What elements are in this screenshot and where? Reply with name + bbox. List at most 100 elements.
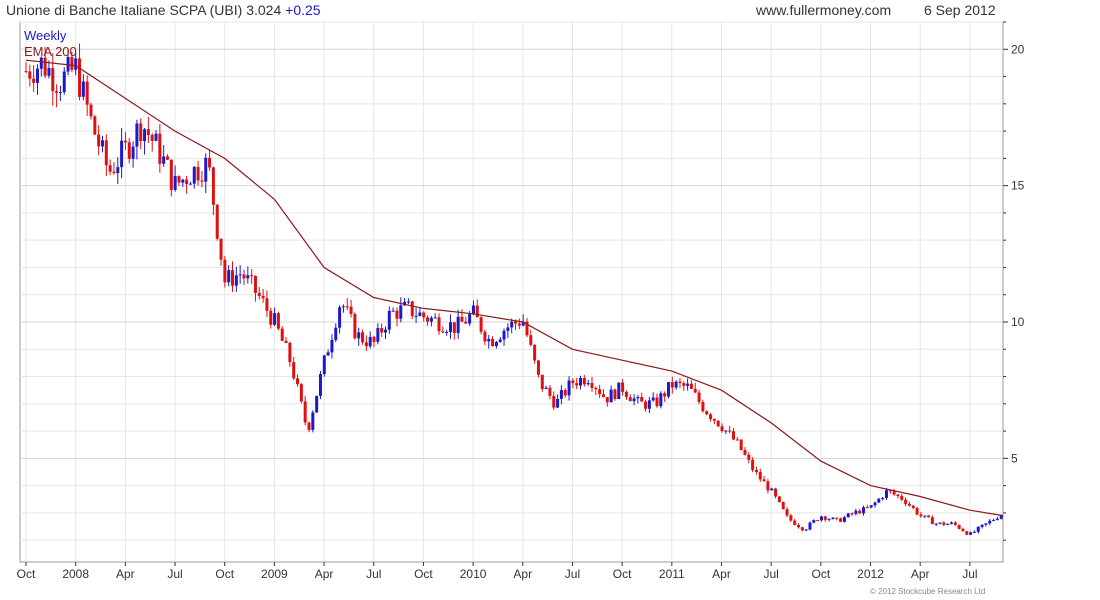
candle-up <box>567 380 571 396</box>
candle-down <box>774 488 778 497</box>
candle-up <box>659 393 663 407</box>
candle-down <box>395 310 399 319</box>
candle-down <box>705 411 709 415</box>
candle-down <box>85 81 89 105</box>
candle-down <box>372 336 376 342</box>
candle-up <box>135 123 139 147</box>
candle-up <box>988 520 992 524</box>
x-tick-label: Jul <box>962 567 977 581</box>
candle-down <box>747 454 751 460</box>
x-tick-label: Apr <box>315 567 334 581</box>
x-tick-label: Apr <box>116 567 135 581</box>
plot-area <box>19 21 1004 563</box>
candle-down <box>43 57 47 76</box>
candle-up <box>724 430 728 432</box>
candle-down <box>839 518 843 522</box>
candle-down <box>460 316 464 322</box>
candle-down <box>257 292 261 296</box>
candle-up <box>544 387 548 390</box>
candle-down <box>78 58 82 97</box>
candle-up <box>808 522 812 530</box>
candle-up <box>376 328 380 342</box>
candle-down <box>280 328 284 341</box>
x-tick-label: Oct <box>215 567 234 581</box>
candle-down <box>762 479 766 482</box>
candle-down <box>628 397 632 402</box>
candle-up <box>946 523 950 525</box>
candle-down <box>185 179 189 184</box>
candle-down <box>716 420 720 427</box>
candle-up <box>120 140 124 168</box>
candle-up <box>827 519 831 521</box>
candle-down <box>242 274 246 279</box>
candle-down <box>957 524 961 529</box>
candle-up <box>429 317 433 322</box>
candle-up <box>494 342 498 347</box>
candle-up <box>869 505 873 508</box>
candle-down <box>594 387 598 390</box>
candle-down <box>231 270 235 286</box>
candle-up <box>448 322 452 333</box>
candle-down <box>158 133 162 164</box>
candle-up <box>315 395 319 413</box>
candle-down <box>582 377 586 385</box>
candle-down <box>32 78 36 83</box>
candle-down <box>139 123 143 142</box>
candle-down <box>800 527 804 531</box>
candle-up <box>47 68 51 76</box>
candle-down <box>284 340 288 343</box>
candle-down <box>219 238 223 260</box>
candle-up <box>246 275 250 279</box>
candle-up <box>984 523 988 525</box>
candle-up <box>992 519 996 521</box>
candle-down <box>892 491 896 495</box>
candle-down <box>349 306 353 315</box>
candle-up <box>586 383 590 385</box>
candle-down <box>150 134 154 141</box>
candle-down <box>93 116 97 135</box>
candle-down <box>196 166 200 181</box>
candle-up <box>617 382 621 400</box>
candle-up <box>338 307 342 328</box>
candle-down <box>624 391 628 398</box>
candle-down <box>548 387 552 396</box>
candle-up <box>433 317 437 319</box>
candle-up <box>357 332 361 339</box>
candle-up <box>154 133 158 141</box>
candle-down <box>689 383 693 389</box>
x-tick-label: Oct <box>613 567 632 581</box>
candle-up <box>204 157 208 182</box>
candle-down <box>479 317 483 332</box>
candle-up <box>651 397 655 401</box>
candle-down <box>678 381 682 384</box>
candle-down <box>208 157 212 168</box>
candle-down <box>613 389 617 400</box>
candle-down <box>55 91 59 93</box>
candle-down <box>307 422 311 430</box>
candle-down <box>536 360 540 375</box>
legend-item: EMA 200 <box>24 44 77 59</box>
candle-up <box>234 275 238 286</box>
candle-down <box>670 382 674 388</box>
candle-up <box>510 321 514 328</box>
candle-up <box>468 314 472 324</box>
candle-up <box>877 498 881 503</box>
x-tick-label: Oct <box>17 567 36 581</box>
candle-down <box>104 140 108 166</box>
candle-down <box>858 510 862 514</box>
candle-down <box>540 374 544 390</box>
candle-down <box>919 514 923 517</box>
candle-down <box>655 397 659 407</box>
candle-down <box>200 180 204 182</box>
candle-up <box>812 520 816 523</box>
candle-down <box>697 392 701 402</box>
candle-up <box>74 58 78 70</box>
x-tick-label: 2009 <box>261 567 288 581</box>
y-tick-label: 20 <box>1011 42 1025 56</box>
candle-up <box>387 310 391 330</box>
candle-up <box>341 306 345 308</box>
candle-up <box>632 398 636 402</box>
copyright-note: © 2012 Stockcube Research Ltd <box>870 587 986 596</box>
candle-up <box>972 531 976 533</box>
candle-up <box>227 270 231 283</box>
